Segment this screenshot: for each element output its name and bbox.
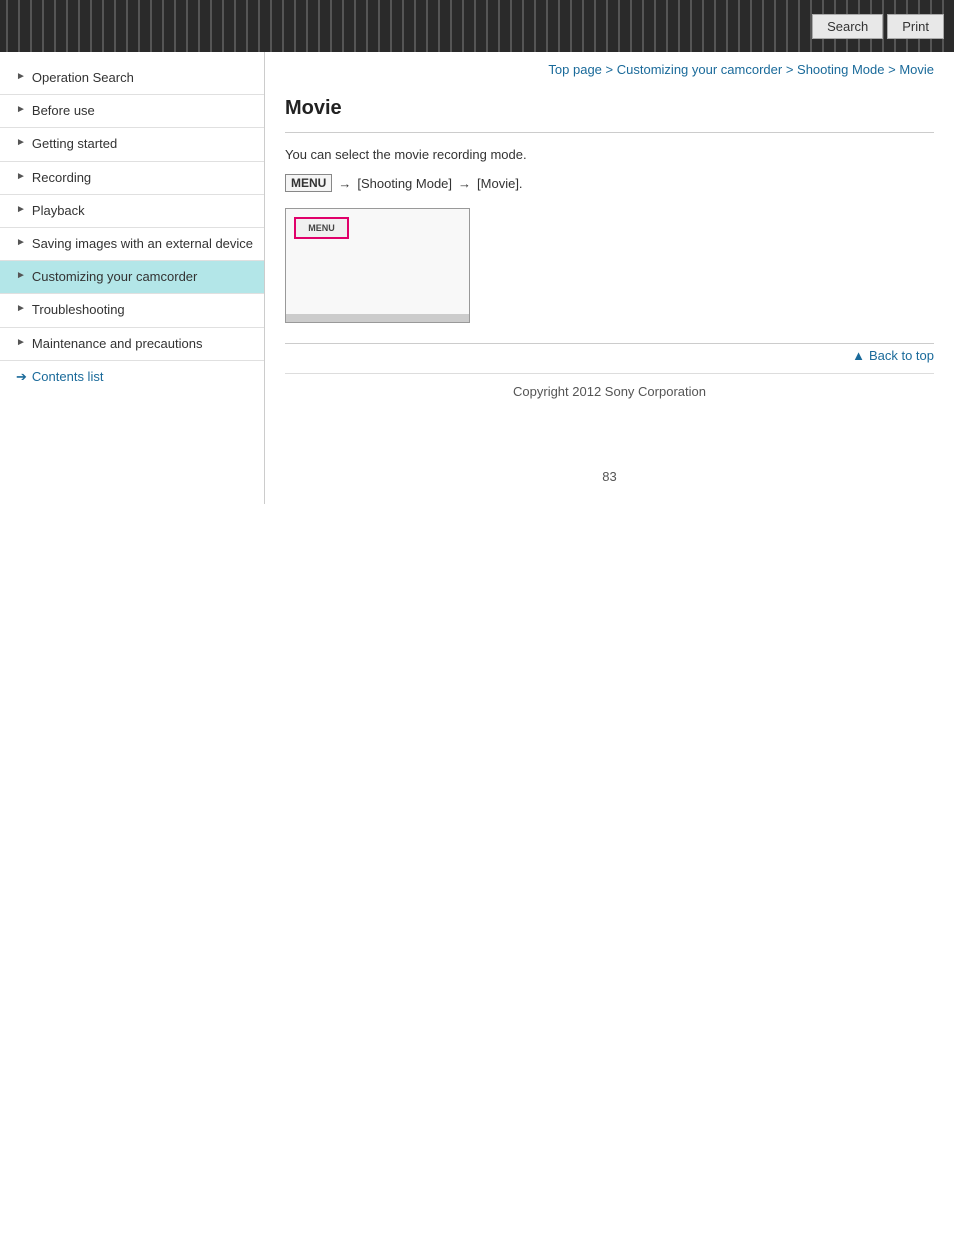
sidebar-item-playback[interactable]: ► Playback [0,195,264,228]
sidebar-item-before-use[interactable]: ► Before use [0,95,264,128]
sidebar-item-label: Customizing your camcorder [32,268,254,286]
breadcrumb-sep3: > [884,62,899,77]
sidebar-item-label: Troubleshooting [32,301,254,319]
camera-preview-bottom-bar [286,314,469,322]
sidebar-item-label: Before use [32,102,254,120]
main-content: Top page > Customizing your camcorder > … [265,52,954,504]
movie-text: [Movie]. [477,176,523,191]
back-to-top-link[interactable]: ▲ Back to top [852,348,934,363]
page-title-section: Movie [285,97,934,133]
back-to-top-label: Back to top [869,348,934,363]
page-number: 83 [285,459,934,484]
arrow2-symbol: → [458,176,471,191]
sidebar: ► Operation Search ► Before use ► Gettin… [0,52,265,504]
sidebar-item-saving-images[interactable]: ► Saving images with an external device [0,228,264,261]
chevron-right-icon: ► [16,237,26,248]
chevron-right-icon: ► [16,104,26,115]
contents-list-link[interactable]: ➔ Contents list [0,361,264,393]
breadcrumb-sep2: > [782,62,797,77]
chevron-right-icon: ► [16,71,26,82]
menu-key: MENU [285,174,332,192]
breadcrumb-sep1: > [602,62,617,77]
chevron-right-icon: ► [16,270,26,281]
chevron-right-icon: ► [16,303,26,314]
camera-menu-label: MENU [308,223,335,233]
breadcrumb-top-page[interactable]: Top page [548,62,602,77]
page-layout: ► Operation Search ► Before use ► Gettin… [0,52,954,504]
sidebar-item-label: Playback [32,202,254,220]
print-button[interactable]: Print [887,14,944,39]
sidebar-item-label: Saving images with an external device [32,235,254,253]
content-description: You can select the movie recording mode. [285,147,934,162]
contents-list-label: Contents list [32,369,104,384]
back-to-top-row: ▲ Back to top [285,343,934,363]
sidebar-item-maintenance[interactable]: ► Maintenance and precautions [0,328,264,361]
camera-preview: MENU [285,208,470,323]
footer: Copyright 2012 Sony Corporation [285,373,934,419]
sidebar-item-operation-search[interactable]: ► Operation Search [0,62,264,95]
chevron-right-icon: ► [16,171,26,182]
breadcrumb-movie[interactable]: Movie [899,62,934,77]
breadcrumb-shooting-mode[interactable]: Shooting Mode [797,62,884,77]
sidebar-item-troubleshooting[interactable]: ► Troubleshooting [0,294,264,327]
page-title: Movie [285,97,934,120]
sidebar-item-label: Recording [32,169,254,187]
chevron-right-icon: ► [16,337,26,348]
chevron-right-icon: ► [16,137,26,148]
sidebar-item-recording[interactable]: ► Recording [0,162,264,195]
sidebar-item-label: Maintenance and precautions [32,335,254,353]
chevron-right-icon: ► [16,204,26,215]
header-buttons: Search Print [812,14,944,39]
triangle-up-icon: ▲ [852,348,865,363]
sidebar-item-customizing[interactable]: ► Customizing your camcorder [0,261,264,294]
camera-menu-button: MENU [294,217,349,239]
sidebar-item-label: Operation Search [32,69,254,87]
shooting-mode-text: [Shooting Mode] [357,176,452,191]
header-bar: Search Print [0,0,954,52]
arrow-right-icon: ➔ [16,369,27,385]
copyright-text: Copyright 2012 Sony Corporation [513,384,706,399]
arrow1-symbol: → [338,176,351,191]
sidebar-item-label: Getting started [32,135,254,153]
search-button[interactable]: Search [812,14,883,39]
breadcrumb-customizing[interactable]: Customizing your camcorder [617,62,782,77]
sidebar-item-getting-started[interactable]: ► Getting started [0,128,264,161]
breadcrumb: Top page > Customizing your camcorder > … [285,62,934,83]
instruction-line: MENU → [Shooting Mode] → [Movie]. [285,174,934,192]
